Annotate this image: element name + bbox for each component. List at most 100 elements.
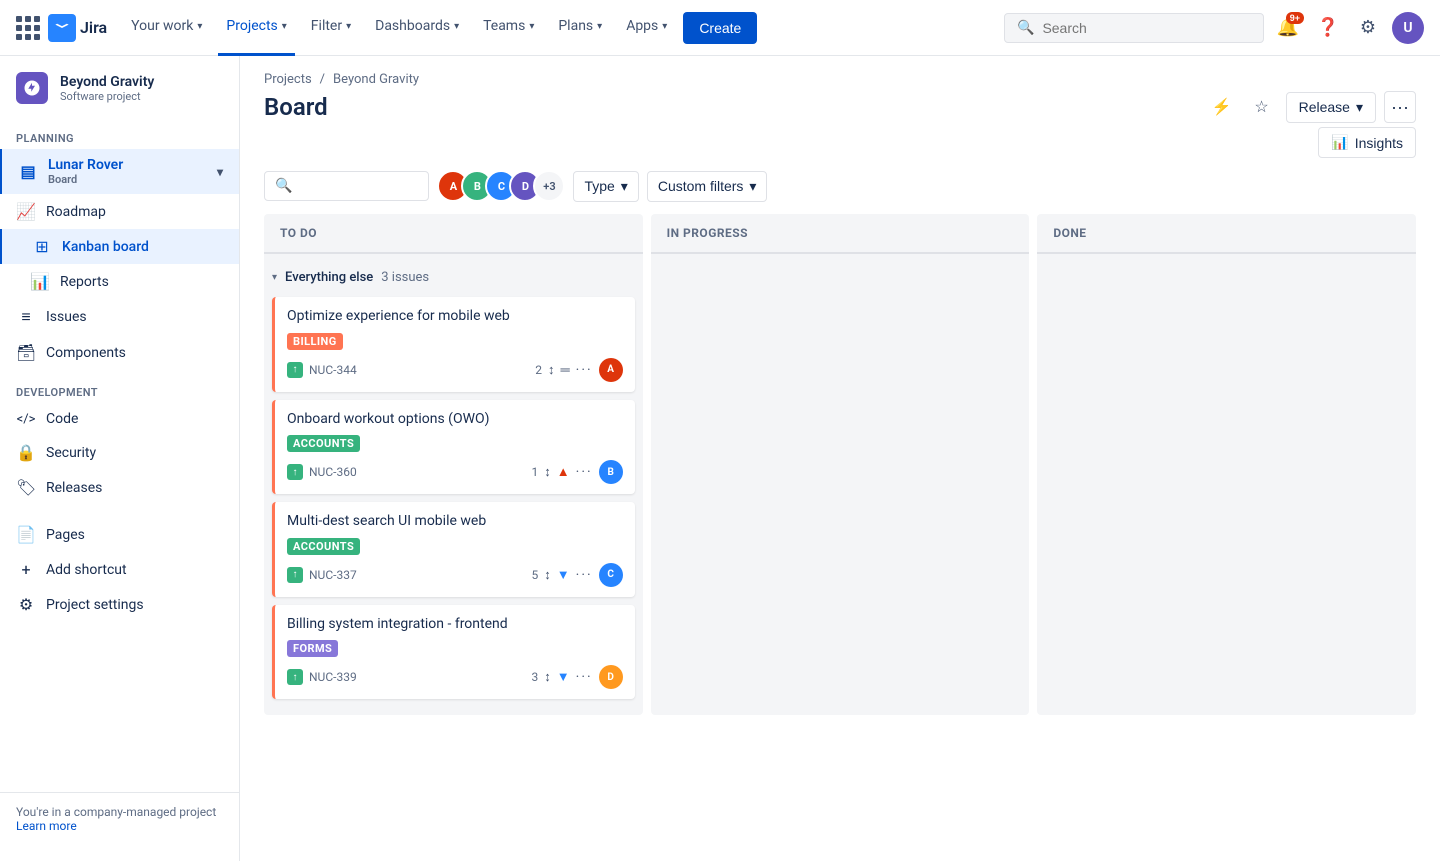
type-filter-button[interactable]: Type ▾ xyxy=(573,171,638,202)
card-child-count: 1 xyxy=(532,465,539,479)
breadcrumb: Projects / Beyond Gravity xyxy=(240,56,1440,87)
sort-icon: ↕ xyxy=(544,567,551,583)
create-button[interactable]: Create xyxy=(683,12,757,44)
board-search-box[interactable]: 🔍 xyxy=(264,171,429,201)
group-header[interactable]: ▾ Everything else 3 issues xyxy=(272,262,635,293)
jira-logo-text: Jira xyxy=(80,18,107,37)
help-button[interactable]: ❓ xyxy=(1312,12,1344,44)
sidebar-item-label: Releases xyxy=(46,480,102,496)
card-assignee-avatar: D xyxy=(599,665,623,689)
group-count: 3 issues xyxy=(381,270,429,285)
insights-button[interactable]: 📊 Insights xyxy=(1318,127,1416,158)
lightning-button[interactable]: ⚡ xyxy=(1206,91,1238,123)
user-avatar[interactable]: U xyxy=(1392,12,1424,44)
sidebar-item-roadmap[interactable]: 📈 Roadmap xyxy=(0,194,239,229)
custom-filters-label: Custom filters xyxy=(658,178,744,194)
grid-menu-icon[interactable] xyxy=(16,16,40,40)
sidebar-item-label: Components xyxy=(46,345,126,361)
sidebar-item-add-shortcut[interactable]: + Add shortcut xyxy=(0,552,239,587)
issue-type-icon: ↑ xyxy=(287,567,303,583)
chevron-down-icon: ▾ xyxy=(454,21,459,32)
sidebar-item-lunar-rover[interactable]: ▤ Lunar Rover Board ▾ xyxy=(0,149,239,194)
main-content: Projects / Beyond Gravity Board ⚡ ☆ Rele… xyxy=(240,56,1440,861)
sidebar-item-label: Issues xyxy=(46,309,87,325)
sidebar-item-kanban-board[interactable]: ⊞ Kanban board xyxy=(0,229,239,264)
sidebar-item-issues[interactable]: ≡ Issues xyxy=(0,299,239,335)
planning-section-label: PLANNING xyxy=(0,116,239,149)
chevron-down-icon: ▾ xyxy=(597,21,602,32)
nav-dashboards[interactable]: Dashboards ▾ xyxy=(367,0,467,56)
breadcrumb-projects[interactable]: Projects xyxy=(264,72,312,87)
top-navigation: Jira Your work ▾ Projects ▾ Filter ▾ Das… xyxy=(0,0,1440,56)
sidebar-item-label: Add shortcut xyxy=(46,562,127,578)
column-header-todo: TO DO xyxy=(264,214,643,254)
board-search-input[interactable] xyxy=(298,178,418,194)
issue-type-icon: ↑ xyxy=(287,464,303,480)
card-issue-id: NUC-360 xyxy=(309,465,357,479)
sidebar-item-security[interactable]: 🔒 Security xyxy=(0,435,239,470)
sidebar-item-releases[interactable]: 🏷 Releases xyxy=(0,470,239,505)
kanban-card-2[interactable]: Onboard workout options (OWO) ACCOUNTS ↑… xyxy=(272,400,635,495)
card-child-count: 3 xyxy=(532,670,539,684)
notifications-button[interactable]: 🔔 9+ xyxy=(1272,12,1304,44)
sidebar-item-label: Security xyxy=(46,445,96,461)
nav-projects[interactable]: Projects ▾ xyxy=(218,0,294,56)
sidebar-item-reports[interactable]: 📊 Reports xyxy=(0,264,239,299)
card-title: Billing system integration - frontend xyxy=(287,615,623,635)
avatar-count[interactable]: +3 xyxy=(533,170,565,202)
chevron-down-icon: ▾ xyxy=(346,21,351,32)
more-options-button[interactable]: ··· xyxy=(1384,91,1416,123)
card-label: ACCOUNTS xyxy=(287,538,360,555)
column-todo: TO DO ▾ Everything else 3 issues Optimiz… xyxy=(264,214,643,715)
nav-your-work[interactable]: Your work ▾ xyxy=(123,0,210,56)
add-shortcut-icon: + xyxy=(16,560,36,579)
card-more-button[interactable]: ··· xyxy=(576,464,593,480)
project-type: Software project xyxy=(60,90,223,103)
card-more-button[interactable]: ··· xyxy=(576,567,593,583)
chevron-down-icon: ▾ xyxy=(529,21,534,32)
card-meta: ↑ NUC-360 1 ↕ ▲ ··· B xyxy=(287,460,623,484)
insights-chart-icon: 📊 xyxy=(1331,134,1348,151)
search-input[interactable] xyxy=(1042,20,1251,36)
learn-more-link[interactable]: Learn more xyxy=(16,819,77,833)
release-button[interactable]: Release ▾ xyxy=(1286,92,1376,123)
jira-logo[interactable]: Jira xyxy=(48,14,107,42)
card-issue-id: NUC-339 xyxy=(309,670,357,684)
issue-type-icon: ↑ xyxy=(287,362,303,378)
priority-icon: ═ xyxy=(560,362,569,378)
search-box[interactable]: 🔍 xyxy=(1004,13,1264,43)
chevron-down-icon: ▾ xyxy=(197,21,202,32)
card-more-button[interactable]: ··· xyxy=(576,669,593,685)
settings-button[interactable]: ⚙ xyxy=(1352,12,1384,44)
sidebar-item-pages[interactable]: 📄 Pages xyxy=(0,517,239,552)
nav-plans[interactable]: Plans ▾ xyxy=(550,0,610,56)
kanban-icon: ⊞ xyxy=(32,237,52,256)
kanban-card-1[interactable]: Optimize experience for mobile web BILLI… xyxy=(272,297,635,392)
column-content-done xyxy=(1037,254,1416,270)
sidebar-item-label: Kanban board xyxy=(62,239,149,255)
sidebar-item-components[interactable]: 🗃 Components xyxy=(0,335,239,370)
board-container: TO DO ▾ Everything else 3 issues Optimiz… xyxy=(240,214,1440,715)
sort-icon: ↕ xyxy=(544,669,551,685)
card-issue-id: NUC-337 xyxy=(309,568,357,582)
chevron-down-icon: ▾ xyxy=(282,21,287,32)
nav-apps[interactable]: Apps ▾ xyxy=(618,0,675,56)
sidebar-item-project-settings[interactable]: ⚙ Project settings xyxy=(0,587,239,622)
star-button[interactable]: ☆ xyxy=(1246,91,1278,123)
card-assignee-avatar: A xyxy=(599,358,623,382)
nav-teams[interactable]: Teams ▾ xyxy=(475,0,542,56)
issue-type-icon: ↑ xyxy=(287,669,303,685)
header-actions: ⚡ ☆ Release ▾ ··· xyxy=(1206,91,1416,123)
kanban-card-3[interactable]: Multi-dest search UI mobile web ACCOUNTS… xyxy=(272,502,635,597)
sidebar-item-label: Reports xyxy=(60,274,109,290)
custom-filters-button[interactable]: Custom filters ▾ xyxy=(647,171,768,202)
card-title: Optimize experience for mobile web xyxy=(287,307,623,327)
project-header[interactable]: Beyond Gravity Software project xyxy=(0,56,239,116)
breadcrumb-project-name[interactable]: Beyond Gravity xyxy=(333,72,419,87)
sidebar-item-label: Project settings xyxy=(46,597,144,613)
card-more-button[interactable]: ··· xyxy=(576,362,593,378)
kanban-card-4[interactable]: Billing system integration - frontend FO… xyxy=(272,605,635,700)
sidebar-item-code[interactable]: </> Code xyxy=(0,403,239,435)
nav-filter[interactable]: Filter ▾ xyxy=(303,0,359,56)
board-avatar-group: A B C D +3 xyxy=(437,170,565,202)
